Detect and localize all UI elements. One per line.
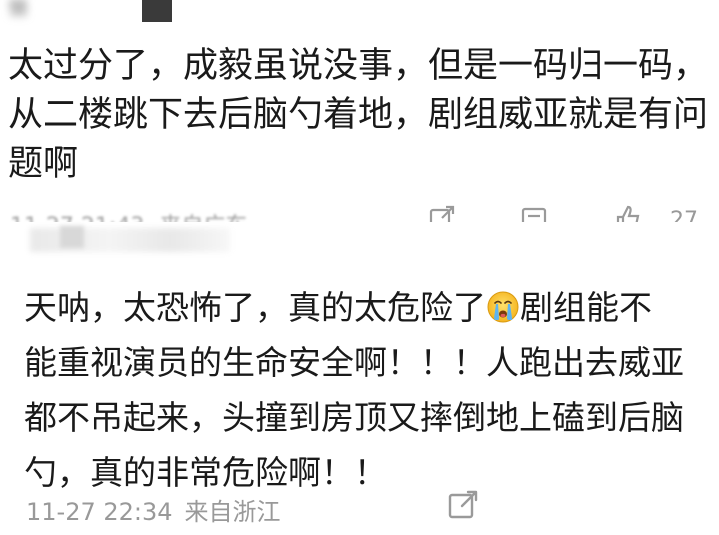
comment-body: 太过分了，成毅虽说没事，但是一码归一码，从二楼跳下去后脑勺着地，剧组威亚就是有问… <box>8 46 709 184</box>
comment-text: 天呐，太恐怖了，真的太危险了 <box>24 288 486 327</box>
username-redaction <box>60 226 84 248</box>
comment-card: 懒 太过分了，成毅虽说没事，但是一码归一码，从二楼跳下去后脑勺着地，剧组威亚就是… <box>0 0 719 230</box>
comment-icon[interactable] <box>520 204 548 224</box>
username-redaction <box>142 0 172 22</box>
comment-timestamp: 11-27 22:34 <box>26 498 173 526</box>
comment-body: 天呐，太恐怖了，真的太危险了 剧组能不能重视演员的生命安全啊！！！人跑出去威亚都… <box>24 280 684 500</box>
share-icon[interactable] <box>428 204 456 224</box>
comment-meta: 11-27 22:34 来自浙江 <box>26 492 293 527</box>
comment-card: 天呐，太恐怖了，真的太危险了 剧组能不能重视演员的生命安全啊！！！人跑出去威亚都… <box>0 222 719 535</box>
crying-face-icon <box>487 291 519 323</box>
share-icon[interactable] <box>446 488 480 522</box>
like-icon[interactable] <box>614 204 642 224</box>
comment-location: 来自浙江 <box>184 498 281 526</box>
comment-feed: 懒 太过分了，成毅虽说没事，但是一码归一码，从二楼跳下去后脑勺着地，剧组威亚就是… <box>0 0 719 535</box>
comment-footer: 11-27 21:43 来自广东 27 <box>10 204 710 224</box>
username-blurred[interactable]: 懒 <box>8 0 30 22</box>
